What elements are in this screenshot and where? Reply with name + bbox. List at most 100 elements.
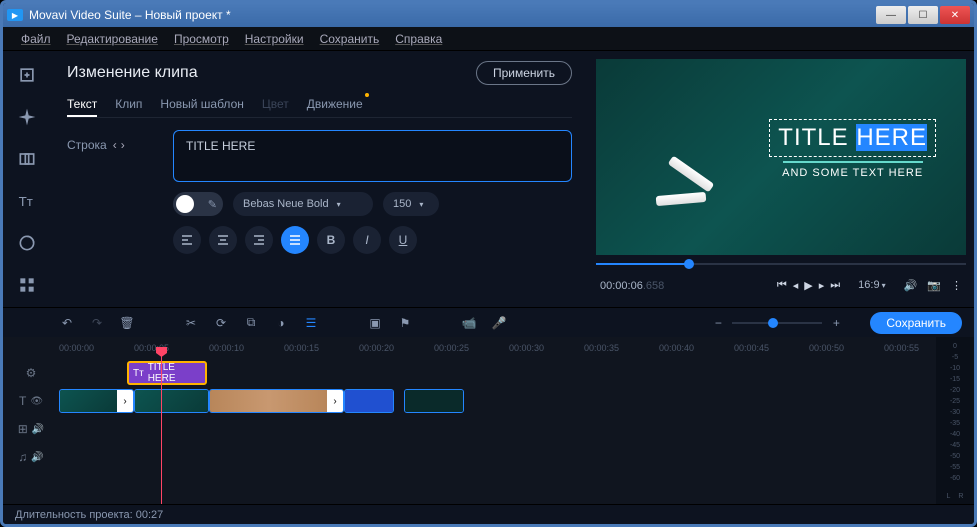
- titles-icon: Tᴛ: [133, 368, 144, 379]
- timecode: 00:00:06.658: [600, 279, 664, 292]
- video-clip[interactable]: ›: [59, 389, 134, 413]
- statusbar: Длительность проекта: 00:27: [3, 504, 974, 524]
- italic-button[interactable]: I: [353, 226, 381, 254]
- titles-icon[interactable]: Tᴛ: [15, 189, 39, 213]
- time-ruler[interactable]: 00:00:00 00:00:05 00:00:10 00:00:15 00:0…: [59, 337, 936, 359]
- video-clip[interactable]: [404, 389, 464, 413]
- step-forward-button[interactable]: ▸: [819, 279, 825, 292]
- step-back-button[interactable]: ◂: [793, 279, 799, 292]
- window-title: Movavi Video Suite – Новый проект *: [29, 8, 876, 22]
- tab-template[interactable]: Новый шаблон: [160, 93, 243, 117]
- record-audio-button[interactable]: 🎤: [491, 316, 507, 330]
- align-center-button[interactable]: [209, 226, 237, 254]
- duration-value: 00:27: [136, 509, 164, 521]
- menu-settings[interactable]: Настройки: [239, 30, 310, 48]
- more-icon[interactable]: [15, 273, 39, 297]
- playhead[interactable]: [161, 349, 162, 504]
- font-color-toggle[interactable]: ✎: [173, 192, 223, 216]
- video-track[interactable]: › ›: [59, 387, 936, 415]
- panel-title: Изменение клипа: [67, 64, 198, 82]
- menu-view[interactable]: Просмотр: [168, 30, 235, 48]
- import-icon[interactable]: [15, 63, 39, 87]
- menu-file[interactable]: Файл: [15, 30, 57, 48]
- timeline: ⚙ T 👁 ⊞ 🔊 ♫ 🔊 00:00:00 00:00:05 00:00:10…: [3, 337, 974, 504]
- preview-panel: TITLE HERE AND SOME TEXT HERE 00:00:06.6…: [588, 51, 974, 307]
- save-button[interactable]: Сохранить: [870, 312, 962, 334]
- title-clip[interactable]: TᴛTITLE HERE: [127, 361, 207, 385]
- chalk-graphic: [668, 156, 715, 193]
- cut-button[interactable]: ✂: [183, 316, 199, 330]
- delete-button[interactable]: 🗑: [119, 316, 135, 330]
- menu-edit[interactable]: Редактирование: [61, 30, 164, 48]
- prev-line-button[interactable]: ‹: [113, 138, 117, 152]
- editor-tabs: Текст Клип Новый шаблон Цвет Движение: [67, 93, 572, 118]
- chevron-down-icon: ▾: [419, 200, 423, 209]
- tab-clip[interactable]: Клип: [115, 93, 142, 117]
- audio-track-header[interactable]: ♫ 🔊: [3, 443, 59, 471]
- menu-help[interactable]: Справка: [389, 30, 448, 48]
- color-adjust-button[interactable]: ◑: [273, 316, 289, 330]
- settings-track-button[interactable]: ⚙: [3, 359, 59, 387]
- chalk-graphic: [656, 192, 707, 206]
- duration-label: Длительность проекта:: [15, 509, 133, 521]
- audio-track[interactable]: [59, 415, 936, 443]
- transition-icon[interactable]: ›: [117, 390, 133, 412]
- filters-icon[interactable]: [15, 105, 39, 129]
- align-right-button[interactable]: [245, 226, 273, 254]
- zoom-slider[interactable]: [732, 322, 822, 324]
- video-clip[interactable]: [344, 389, 394, 413]
- bold-button[interactable]: B: [317, 226, 345, 254]
- align-left-button[interactable]: [173, 226, 201, 254]
- close-button[interactable]: ✕: [940, 6, 970, 24]
- volume-button[interactable]: 🔊: [904, 279, 918, 292]
- zoom-out-button[interactable]: −: [710, 316, 726, 330]
- align-justify-button[interactable]: [281, 226, 309, 254]
- clip-properties-button[interactable]: ☰: [303, 316, 319, 330]
- video-clip[interactable]: [134, 389, 209, 413]
- preview-canvas[interactable]: TITLE HERE AND SOME TEXT HERE: [596, 59, 966, 255]
- transitions-icon[interactable]: [15, 147, 39, 171]
- clip-editor-panel: Изменение клипа Применить Текст Клип Нов…: [51, 51, 588, 307]
- redo-button[interactable]: ↷: [89, 316, 105, 330]
- title-track-header[interactable]: T 👁: [3, 387, 59, 415]
- undo-button[interactable]: ↶: [59, 316, 75, 330]
- tab-motion[interactable]: Движение: [307, 93, 363, 117]
- underline-button[interactable]: U: [389, 226, 417, 254]
- audio-meters: 0 -5 -10 -15 -20 -25 -30 -35 -40 -45 -50…: [936, 337, 974, 504]
- menu-save[interactable]: Сохранить: [314, 30, 386, 48]
- preview-seekbar[interactable]: [596, 257, 966, 271]
- tracks-area[interactable]: 00:00:00 00:00:05 00:00:10 00:00:15 00:0…: [59, 337, 936, 504]
- next-clip-button[interactable]: ⏭: [830, 279, 840, 292]
- prev-clip-button[interactable]: ⏮: [777, 279, 787, 292]
- menubar: Файл Редактирование Просмотр Настройки С…: [3, 27, 974, 51]
- rotate-button[interactable]: ⟳: [213, 316, 229, 330]
- title-text-input[interactable]: TITLE HERE: [173, 130, 572, 182]
- next-line-button[interactable]: ›: [121, 138, 125, 152]
- apply-button[interactable]: Применить: [476, 61, 572, 85]
- transition-wizard-button[interactable]: ▣: [367, 316, 383, 330]
- play-button[interactable]: ▶: [804, 279, 812, 292]
- preview-more-button[interactable]: ⋮: [951, 279, 962, 292]
- transition-icon[interactable]: ›: [327, 390, 343, 412]
- tab-color: Цвет: [262, 93, 289, 117]
- maximize-button[interactable]: ☐: [908, 6, 938, 24]
- marker-button[interactable]: ⚑: [397, 316, 413, 330]
- font-size-select[interactable]: 150▾: [383, 192, 439, 216]
- app-window: ▶ Movavi Video Suite – Новый проект * — …: [0, 0, 977, 527]
- snapshot-button[interactable]: 📷: [927, 279, 941, 292]
- minimize-button[interactable]: —: [876, 6, 906, 24]
- record-video-button[interactable]: 📹: [461, 316, 477, 330]
- zoom-in-button[interactable]: +: [828, 316, 844, 330]
- title-track[interactable]: TᴛTITLE HERE: [59, 359, 936, 387]
- aspect-ratio-select[interactable]: 16:9▾: [858, 279, 885, 291]
- video-track-header[interactable]: ⊞ 🔊: [3, 415, 59, 443]
- crop-button[interactable]: ⧉: [243, 315, 259, 330]
- font-family-select[interactable]: Bebas Neue Bold▾: [233, 192, 373, 216]
- video-clip[interactable]: ›: [209, 389, 344, 413]
- chevron-down-icon: ▾: [337, 200, 341, 209]
- title-overlay[interactable]: TITLE HERE AND SOME TEXT HERE: [769, 119, 936, 179]
- paint-icon: ✎: [208, 198, 217, 211]
- tab-text[interactable]: Текст: [67, 93, 97, 117]
- stickers-icon[interactable]: [15, 231, 39, 255]
- new-dot-icon: [365, 93, 369, 97]
